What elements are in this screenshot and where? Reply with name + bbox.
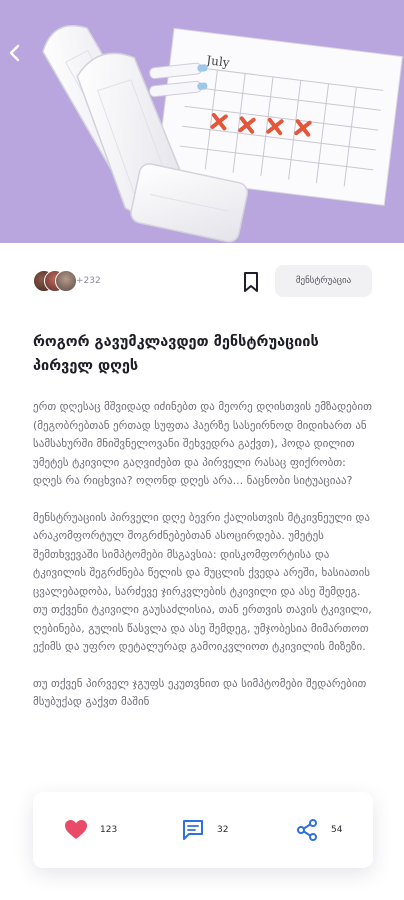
article-paragraph: თუ თქვენ პირველ ჯგუფს ეკუთვნით და სიმპტო… bbox=[33, 676, 367, 709]
article-body: ერთ დღესაც მშვიდად იძინებთ და მეორე დღის… bbox=[33, 398, 373, 793]
menstrual-products-illustration: July bbox=[0, 0, 404, 243]
article-paragraph: მენსტრუაციის პირველი დღე ბევრი ქალისთვის… bbox=[33, 510, 372, 654]
avatar bbox=[55, 270, 77, 292]
category-chip[interactable]: მენსტრუაცია bbox=[275, 265, 372, 297]
like-button[interactable]: 123 bbox=[64, 818, 117, 842]
share-button[interactable]: 54 bbox=[295, 818, 342, 842]
readers-count: +232 bbox=[76, 276, 101, 286]
article-action-bar: 123 32 54 bbox=[33, 792, 373, 868]
share-icon bbox=[297, 819, 317, 841]
bookmark-icon bbox=[244, 272, 258, 292]
bookmark-button[interactable] bbox=[240, 270, 262, 294]
like-count: 123 bbox=[100, 825, 118, 835]
comment-count: 32 bbox=[217, 825, 229, 835]
heart-icon bbox=[65, 820, 87, 839]
back-button[interactable] bbox=[8, 44, 38, 74]
share-count: 54 bbox=[331, 825, 343, 835]
article-title: როგორ გავუმკლავდეთ მენსტრუაციის პირველ დ… bbox=[33, 334, 319, 374]
comment-button[interactable]: 32 bbox=[181, 818, 228, 842]
reader-avatars[interactable] bbox=[33, 270, 77, 292]
hero-image: July bbox=[0, 0, 404, 243]
article-paragraph: ერთ დღესაც მშვიდად იძინებთ და მეორე დღის… bbox=[33, 400, 372, 487]
comment-icon bbox=[183, 820, 203, 840]
chevron-left-icon bbox=[9, 44, 20, 62]
